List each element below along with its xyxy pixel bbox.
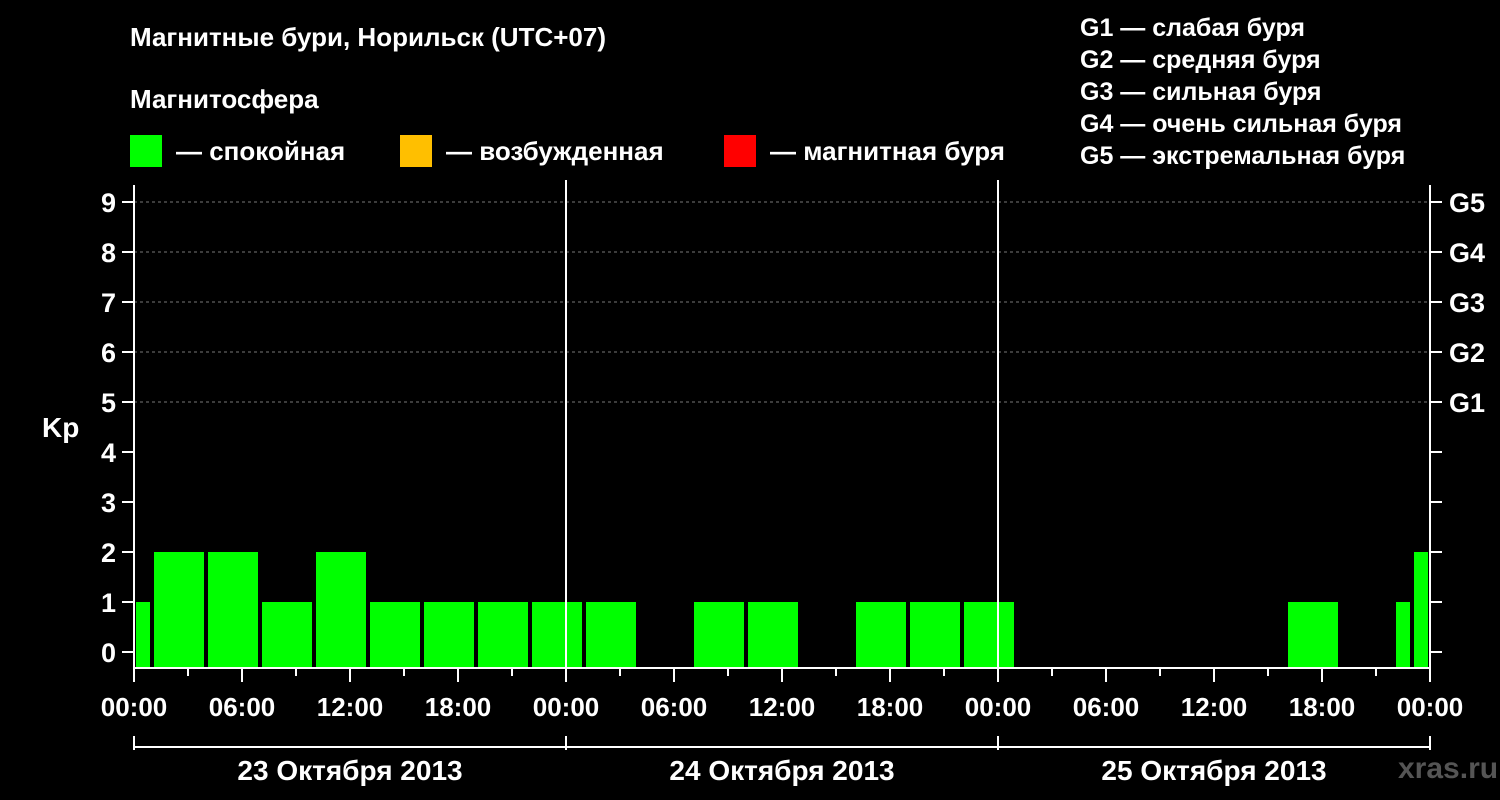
bar-5 <box>370 602 420 668</box>
xtick-label-3: 18:00 <box>425 692 492 722</box>
watermark: xras.ru <box>1398 752 1499 785</box>
xtick-label-11: 18:00 <box>1289 692 1356 722</box>
xtick-label-12: 00:00 <box>1397 692 1464 722</box>
bar-22 <box>1288 602 1338 668</box>
ytick-label-1: 1 <box>101 588 116 618</box>
bar-12 <box>748 602 798 668</box>
bar-7 <box>478 602 528 668</box>
bar-25 <box>1414 552 1428 668</box>
xtick-label-8: 00:00 <box>965 692 1032 722</box>
xtick-label-1: 06:00 <box>209 692 276 722</box>
bar-24 <box>1396 602 1410 668</box>
bar-0 <box>136 602 150 668</box>
xtick-label-0: 00:00 <box>101 692 168 722</box>
xtick-label-2: 12:00 <box>317 692 384 722</box>
xtick-label-6: 12:00 <box>749 692 816 722</box>
ytick-label-9: 9 <box>101 188 116 218</box>
bar-14 <box>856 602 906 668</box>
right-tick-label-g2: G2 <box>1449 338 1485 368</box>
xtick-label-10: 12:00 <box>1181 692 1248 722</box>
bar-15 <box>910 602 960 668</box>
ytick-label-7: 7 <box>101 288 116 318</box>
bar-11 <box>694 602 744 668</box>
right-tick-label-g4: G4 <box>1449 238 1485 268</box>
bar-16 <box>964 602 1014 668</box>
ytick-label-0: 0 <box>101 638 116 668</box>
y-axis-label: Kp <box>42 412 79 443</box>
xtick-label-9: 06:00 <box>1073 692 1140 722</box>
ytick-label-2: 2 <box>101 538 116 568</box>
day-label-0: 23 Октября 2013 <box>237 755 462 786</box>
day-label-2: 25 Октября 2013 <box>1101 755 1326 786</box>
right-tick-label-g5: G5 <box>1449 188 1485 218</box>
day-label-1: 24 Октября 2013 <box>669 755 894 786</box>
ytick-label-4: 4 <box>101 438 116 468</box>
ytick-label-6: 6 <box>101 338 116 368</box>
bar-2 <box>208 552 258 668</box>
right-tick-label-g1: G1 <box>1449 388 1485 418</box>
bar-1 <box>154 552 204 668</box>
bar-3 <box>262 602 312 668</box>
xtick-label-4: 00:00 <box>533 692 600 722</box>
xtick-label-5: 06:00 <box>641 692 708 722</box>
ytick-label-8: 8 <box>101 238 116 268</box>
bar-4 <box>316 552 366 668</box>
kp-chart: 0 1 2 3 4 5 6 7 8 9 G1 G2 G3 G4 G5 Kp 00:00 06:00 12:00 18:… <box>42 180 1485 786</box>
bar-8 <box>532 602 582 668</box>
right-tick-label-g3: G3 <box>1449 288 1485 318</box>
bar-6 <box>424 602 474 668</box>
bar-9 <box>586 602 636 668</box>
ytick-label-5: 5 <box>101 388 116 418</box>
ytick-label-3: 3 <box>101 488 116 518</box>
xtick-label-7: 18:00 <box>857 692 924 722</box>
